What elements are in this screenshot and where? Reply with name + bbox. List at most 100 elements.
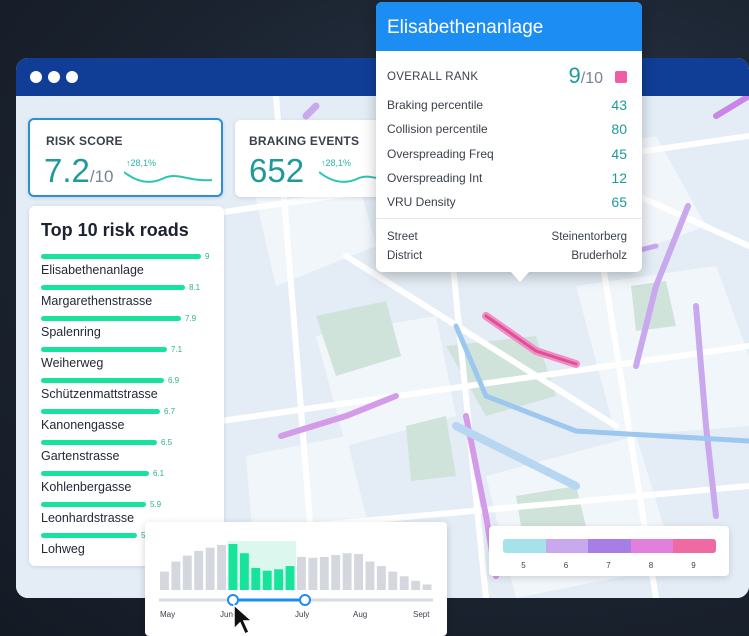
top-road-item[interactable]: 6.1 Kohlenbergasse <box>41 469 231 502</box>
legend-color-segment <box>630 539 673 553</box>
popup-divider <box>376 218 642 219</box>
road-score-value: 9 <box>205 252 210 261</box>
risk-score-card[interactable]: RISK SCORE 7.2/10 ↑28,1% <box>28 118 223 197</box>
timeline-slider[interactable] <box>159 594 433 608</box>
popup-metric-row: Braking percentile 43 <box>387 97 627 116</box>
braking-events-card[interactable]: BRAKING EVENTS 652 ↑28,1% <box>235 120 390 197</box>
legend-color-segment <box>673 539 716 553</box>
histogram-bar <box>376 566 386 590</box>
braking-events-value: 652 <box>249 152 305 189</box>
legend-label: 9 <box>691 561 696 570</box>
braking-events-delta: ↑28,1% <box>321 158 352 168</box>
month-label: May <box>160 610 176 619</box>
road-details-popup: Elisabethenanlage OVERALL RANK 9/10 Brak… <box>376 2 642 272</box>
info-label: Street <box>387 231 418 243</box>
risk-color-legend: 5 6 7 8 9 <box>489 526 729 576</box>
window-control-dot[interactable] <box>48 71 60 83</box>
road-name: Schützenmattstrasse <box>41 387 158 401</box>
metric-value: 12 <box>611 169 627 186</box>
histogram-bar <box>411 580 421 590</box>
risk-score-delta: ↑28,1% <box>126 158 157 168</box>
top-road-item[interactable]: 8.1 Margarethenstrasse <box>41 283 231 316</box>
histogram-bar <box>251 567 261 590</box>
top-road-item[interactable]: 6.5 Gartenstrasse <box>41 438 231 471</box>
road-score-bar <box>41 347 167 352</box>
legend-color-segment <box>588 539 631 553</box>
histogram-bar <box>160 571 169 590</box>
timeline-histogram[interactable] <box>159 536 433 590</box>
histogram-bar <box>422 584 432 590</box>
metric-label: Collision percentile <box>387 122 488 137</box>
road-name: Leonhardstrasse <box>41 511 135 525</box>
road-score-value: 7.1 <box>171 345 183 354</box>
popup-pointer <box>511 272 529 282</box>
histogram-bar <box>274 569 284 590</box>
metric-value: 80 <box>611 121 627 138</box>
road-score-value: 6.1 <box>153 469 165 478</box>
metric-value: 45 <box>611 145 627 162</box>
risk-score-value: 7.2/10 <box>44 152 114 190</box>
top-risk-roads-panel: Top 10 risk roads 9 Elisabethenanlage 8.1 M… <box>29 206 224 566</box>
road-score-value: 7.9 <box>185 314 197 323</box>
road-score-value: 6.7 <box>164 407 176 416</box>
top-road-item[interactable]: 6.7 Kanonengasse <box>41 407 231 440</box>
legend-label: 6 <box>563 561 569 570</box>
overall-rank-number: 9 <box>568 63 581 88</box>
top-road-item[interactable]: 6.9 Schützenmattstrasse <box>41 376 231 409</box>
histogram-bar <box>399 576 409 590</box>
road-score-value: 6.5 <box>161 438 173 447</box>
popup-title: Elisabethenanlage <box>387 17 544 38</box>
road-name: Weiherweg <box>41 356 104 370</box>
top-road-item[interactable]: 7.9 Spalenring <box>41 314 231 347</box>
popup-metric-row: VRU Density 65 <box>387 194 627 213</box>
top-road-item[interactable]: 9 Elisabethenanlage <box>41 252 231 285</box>
road-score-bar <box>41 502 146 507</box>
month-label: Sept <box>413 610 430 619</box>
rank-color-swatch <box>615 71 627 83</box>
legend-color-segment <box>545 539 588 553</box>
road-name: Spalenring <box>41 325 101 339</box>
month-label: Aug <box>353 610 368 619</box>
histogram-bar <box>297 556 306 590</box>
road-score-bar <box>41 285 185 290</box>
histogram-bar <box>319 556 329 590</box>
road-name: Gartenstrasse <box>41 449 120 463</box>
window-control-dot[interactable] <box>30 71 42 83</box>
road-name: Elisabethenanlage <box>41 263 144 277</box>
road-score-bar <box>41 316 181 321</box>
metric-label: Overspreading Freq <box>387 146 494 161</box>
popup-metric-row: Overspreading Freq 45 <box>387 145 627 165</box>
popup-metric-row: Overspreading Int 12 <box>387 169 627 189</box>
top-road-item[interactable]: 7.1 Weiherweg <box>41 345 231 378</box>
metric-label: Overspreading Int <box>387 170 483 185</box>
risk-score-number: 7.2 <box>44 152 90 189</box>
metric-label: VRU Density <box>387 195 456 210</box>
metric-value: 65 <box>611 194 627 211</box>
window-control-dot[interactable] <box>66 71 78 83</box>
road-score-bar <box>41 533 137 538</box>
legend-label: 7 <box>606 561 611 570</box>
metric-label: Braking percentile <box>387 98 484 112</box>
histogram-bar <box>205 547 215 590</box>
risk-score-label: RISK SCORE <box>46 134 123 148</box>
overall-rank-row: OVERALL RANK 9/10 <box>387 63 627 88</box>
road-name: Kanonengasse <box>41 418 125 432</box>
road-score-value: 6.9 <box>168 376 180 385</box>
overall-rank-label: OVERALL RANK <box>387 71 479 83</box>
metric-value: 43 <box>611 97 627 113</box>
histogram-bar <box>285 566 295 590</box>
month-label: July <box>295 610 310 619</box>
histogram-bar <box>171 561 181 590</box>
range-end-handle <box>299 594 311 606</box>
legend-label: 8 <box>648 561 654 570</box>
info-label: District <box>387 250 423 262</box>
road-score-bar <box>41 440 157 445</box>
road-name: Lohweg <box>41 542 85 556</box>
histogram-bar <box>228 544 238 590</box>
histogram-bar <box>182 555 192 590</box>
braking-events-label: BRAKING EVENTS <box>249 134 360 148</box>
histogram-bar <box>194 550 204 590</box>
road-score-bar <box>41 409 160 414</box>
road-score-value: 8.1 <box>189 283 201 292</box>
top-roads-title: Top 10 risk roads <box>41 220 189 240</box>
